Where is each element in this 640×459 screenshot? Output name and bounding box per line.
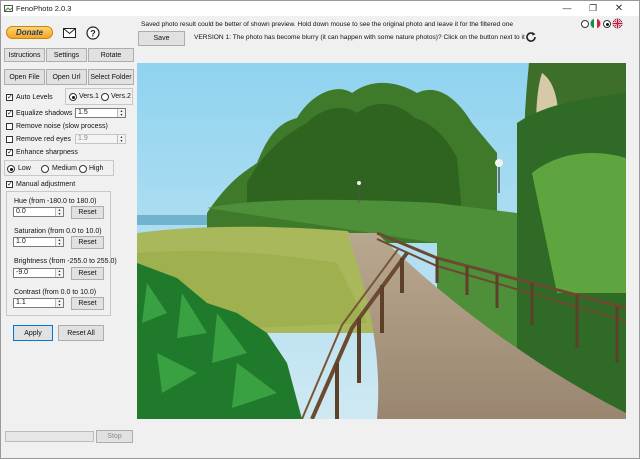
equalize-shadows-label: Equalize shadows (16, 110, 73, 117)
close-button[interactable]: ✕ (605, 2, 633, 15)
title-bar: FenoPhoto 2.0.3 — ❐ ✕ (1, 1, 639, 16)
minimize-button[interactable]: — (553, 2, 581, 15)
saturation-reset-button[interactable]: Reset (71, 236, 104, 249)
boardwalk-photo (137, 63, 626, 419)
hue-value: 0.0 (16, 208, 26, 215)
auto-levels-label: Auto Levels (16, 94, 53, 101)
spin-arrows-icon[interactable]: ▲ ▼ (55, 208, 63, 216)
language-radio-en[interactable] (603, 20, 611, 28)
spin-arrows-icon[interactable]: ▲ ▼ (55, 269, 63, 277)
contrast-input[interactable]: 1.1 ▲ ▼ (13, 298, 64, 308)
sharpness-low-label: Low (18, 165, 31, 172)
sharpness-high-radio[interactable] (79, 165, 87, 173)
app-icon (4, 5, 13, 12)
italy-flag-icon[interactable] (590, 18, 601, 29)
sharpness-medium-radio[interactable] (41, 165, 49, 173)
uk-flag-icon[interactable] (612, 18, 623, 29)
saturation-input[interactable]: 1.0 ▲ ▼ (13, 237, 64, 247)
remove-noise-label: Remove noise (slow process) (16, 123, 108, 130)
red-eyes-value: 1.9 (78, 135, 88, 142)
progress-bar (5, 431, 94, 442)
save-button[interactable]: Save (138, 31, 185, 46)
hue-label: Hue (from -180.0 to 180.0) (14, 198, 97, 205)
remove-red-eyes-checkbox[interactable] (6, 136, 13, 143)
brightness-value: -9.0 (16, 269, 29, 276)
reset-all-button[interactable]: Reset All (58, 325, 104, 341)
equalize-shadows-input[interactable]: 1.5 ▲ ▼ (75, 108, 126, 118)
equalize-shadows-value: 1.5 (78, 109, 88, 116)
remove-red-eyes-label: Remove red eyes (16, 136, 71, 143)
brightness-input[interactable]: -9.0 ▲ ▼ (13, 268, 64, 278)
enhance-sharpness-label: Enhance sharpness (16, 149, 78, 156)
select-folder-button[interactable]: Select Folder (88, 69, 134, 85)
hint-text: Saved photo result could be better of sh… (141, 21, 514, 28)
version-1-label: Vers.1 (79, 93, 99, 100)
red-eyes-input: 1.9 ▲ ▼ (75, 134, 126, 144)
remove-noise-checkbox[interactable] (6, 123, 13, 130)
spin-arrows-icon[interactable]: ▲ ▼ (55, 299, 63, 307)
hue-reset-button[interactable]: Reset (71, 206, 104, 219)
mail-icon[interactable] (63, 28, 76, 38)
spin-arrows-icon[interactable]: ▲ ▼ (55, 238, 63, 246)
maximize-button[interactable]: ❐ (579, 2, 607, 15)
spin-arrows-icon[interactable]: ▲ ▼ (117, 109, 125, 117)
version-1-radio[interactable] (69, 93, 77, 101)
manual-adjustment-checkbox[interactable]: ✓ (6, 181, 13, 188)
apply-button[interactable]: Apply (13, 325, 53, 341)
refresh-icon[interactable] (525, 31, 537, 43)
version-2-radio[interactable] (101, 93, 109, 101)
auto-levels-checkbox[interactable]: ✓ (6, 94, 13, 101)
instructions-button[interactable]: Istructions (4, 48, 45, 62)
stop-button: Stop (96, 430, 133, 443)
version-2-label: Vers.2 (111, 93, 131, 100)
brightness-label: Brightness (from -255.0 to 255.0) (14, 258, 117, 265)
saturation-value: 1.0 (16, 238, 26, 245)
enhance-sharpness-checkbox[interactable]: ✓ (6, 149, 13, 156)
open-url-button[interactable]: Open Url (46, 69, 87, 85)
window-title: FenoPhoto 2.0.3 (16, 4, 72, 13)
manual-adjustment-label: Manual adjustment (16, 181, 76, 188)
contrast-value: 1.1 (16, 299, 26, 306)
language-radio-it[interactable] (581, 20, 589, 28)
sharpness-low-radio[interactable] (7, 165, 15, 173)
settings-button[interactable]: Settings (46, 48, 87, 62)
sharpness-medium-label: Medium (52, 165, 77, 172)
contrast-label: Contrast (from 0.0 to 10.0) (14, 289, 97, 296)
svg-text:?: ? (90, 28, 96, 38)
equalize-shadows-checkbox[interactable]: ✓ (6, 110, 13, 117)
photo-preview[interactable] (137, 63, 626, 419)
version-text: VERSION 1: The photo has become blurry (… (194, 34, 525, 41)
saturation-label: Saturation (from 0.0 to 10.0) (14, 228, 102, 235)
brightness-reset-button[interactable]: Reset (71, 267, 104, 280)
spin-arrows-icon: ▲ ▼ (117, 135, 125, 143)
hue-input[interactable]: 0.0 ▲ ▼ (13, 207, 64, 217)
open-file-button[interactable]: Open File (4, 69, 45, 85)
help-icon[interactable]: ? (86, 26, 100, 40)
rotate-button[interactable]: Rotate (88, 48, 134, 62)
app-window: FenoPhoto 2.0.3 — ❐ ✕ Donate ? Saved pho… (0, 0, 640, 459)
contrast-reset-button[interactable]: Reset (71, 297, 104, 310)
donate-button[interactable]: Donate (6, 26, 53, 39)
sharpness-high-label: High (89, 165, 104, 172)
